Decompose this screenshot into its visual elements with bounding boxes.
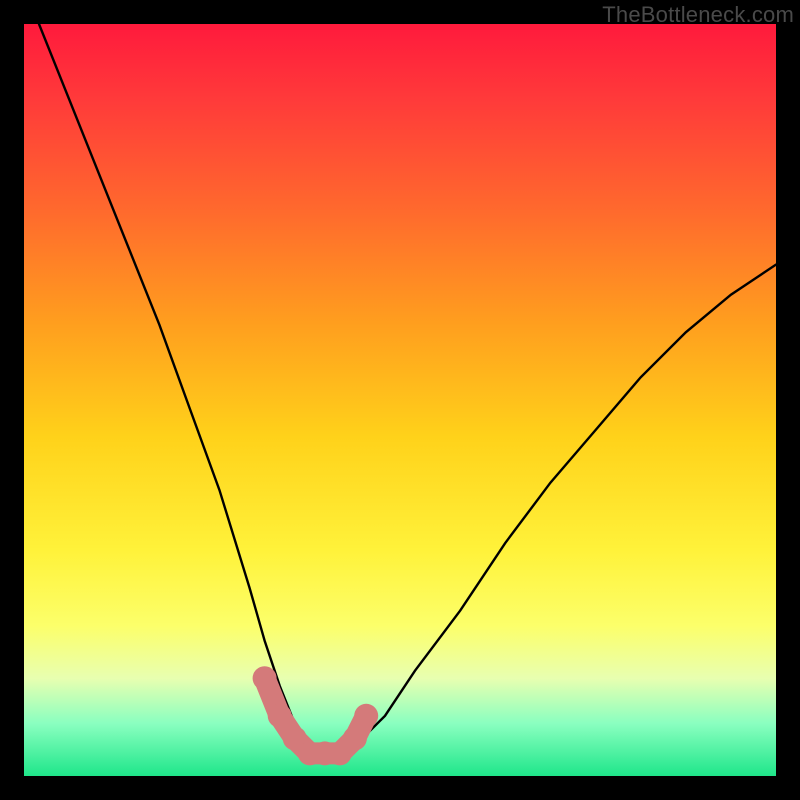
bottleneck-curve: [39, 24, 776, 753]
optimal-zone-dot: [268, 704, 292, 728]
optimal-zone-dots: [253, 666, 379, 765]
optimal-zone-dot: [253, 666, 277, 690]
optimal-zone-dot: [343, 726, 367, 750]
watermark-text: TheBottleneck.com: [602, 2, 794, 28]
optimal-zone-dot: [354, 704, 378, 728]
plot-area: [24, 24, 776, 776]
chart-svg: [24, 24, 776, 776]
